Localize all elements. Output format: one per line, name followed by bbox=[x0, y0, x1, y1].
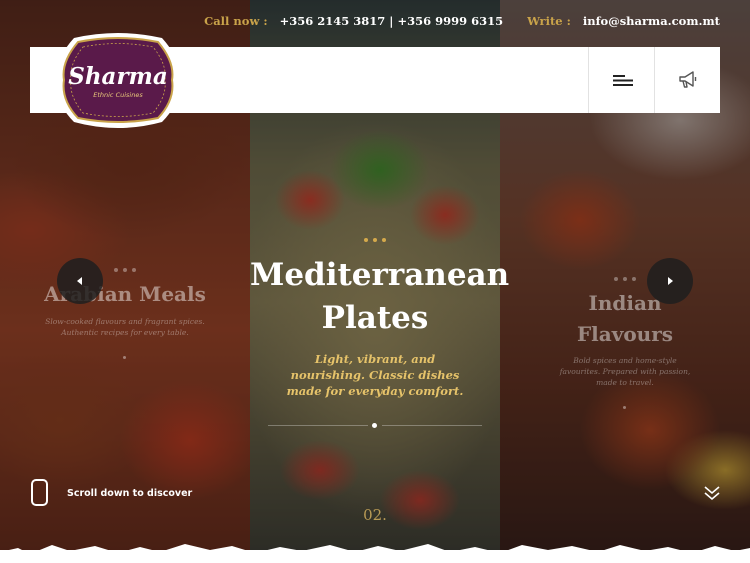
phone-numbers[interactable]: +356 2145 3817 | +356 9999 6315 bbox=[280, 14, 504, 28]
call-label: Call now : bbox=[204, 14, 268, 28]
scroll-hint-text: Scroll down to discover bbox=[67, 488, 193, 499]
slide-description-mediterranean: Light, vibrant, and nourishing. Classic … bbox=[286, 352, 464, 398]
slide-description-indian: Bold spices and home-style favourites. P… bbox=[559, 356, 691, 387]
pagination-dot[interactable] bbox=[123, 356, 126, 359]
slide-dots-decoration bbox=[250, 238, 500, 242]
caret-right-icon bbox=[668, 277, 673, 285]
slide-title-indian: Indian Flavours bbox=[500, 288, 750, 350]
slider-next-button[interactable] bbox=[647, 258, 693, 304]
slide-title-mediterranean: Mediterranean Plates bbox=[250, 254, 510, 340]
pagination-dot[interactable] bbox=[623, 406, 626, 409]
hamburger-menu-icon bbox=[612, 75, 633, 86]
mouse-scroll-icon bbox=[31, 479, 48, 506]
menu-button[interactable] bbox=[588, 47, 654, 113]
double-chevron-down-icon bbox=[704, 486, 720, 501]
write-label: Write : bbox=[527, 14, 571, 28]
slide-title-line: Mediterranean bbox=[250, 257, 510, 293]
slide-description-arabian: Slow-cooked flavours and fragrant spices… bbox=[45, 317, 205, 337]
pagination-dot-active[interactable] bbox=[372, 423, 377, 428]
scroll-down-button[interactable] bbox=[702, 483, 722, 503]
contact-bar: Call now : +356 2145 3817 | +356 9999 63… bbox=[204, 14, 720, 28]
logo-tagline: Ethnic Cuisines bbox=[93, 91, 143, 99]
slide-title-arabian: Arabian Meals bbox=[44, 282, 206, 306]
torn-paper-edge bbox=[0, 544, 750, 563]
email-link[interactable]: info@sharma.com.mt bbox=[583, 14, 720, 28]
slide-title-line: Flavours bbox=[576, 322, 674, 346]
pagination-line bbox=[382, 425, 482, 426]
slide-title-line: Indian bbox=[588, 291, 662, 315]
megaphone-icon bbox=[678, 71, 696, 88]
slider-prev-button[interactable] bbox=[57, 258, 103, 304]
caret-left-icon bbox=[77, 277, 82, 285]
pagination-line bbox=[268, 425, 368, 426]
logo-wordmark: Sharma bbox=[68, 63, 168, 90]
slide-title-line: Plates bbox=[321, 300, 429, 336]
announcement-button[interactable] bbox=[654, 47, 720, 113]
slide-number: 02. bbox=[363, 506, 387, 524]
sharma-logo[interactable]: Sharma Ethnic Cuisines bbox=[54, 30, 182, 130]
slide-dots-decoration bbox=[500, 277, 750, 281]
slide-dots-decoration bbox=[0, 268, 250, 272]
